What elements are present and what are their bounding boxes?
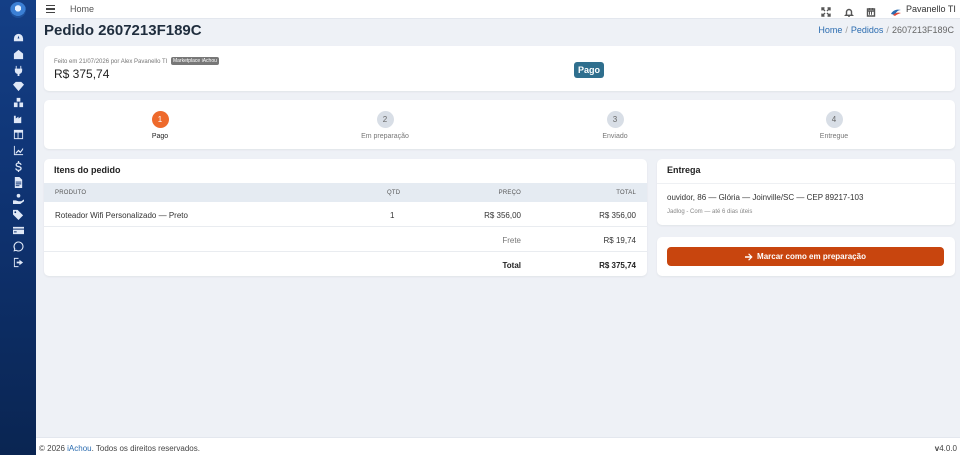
step-enviado: 3 Enviado (565, 111, 665, 140)
total-row: Total R$ 375,74 (44, 253, 647, 276)
tags-icon[interactable] (8, 207, 28, 221)
step-label: Pago (151, 133, 169, 140)
step-em-preparacao: 2 Em preparação (335, 111, 435, 140)
chart-line-icon[interactable] (8, 143, 28, 157)
copyright-prefix: © 2026 (39, 444, 68, 453)
total-label: Total (502, 261, 521, 270)
industry-icon[interactable] (8, 111, 28, 125)
step-entregue: 4 Entregue (784, 111, 884, 140)
store-icon[interactable] (8, 47, 28, 61)
copyright-suffix: . Todos os direitos reservados. (91, 444, 200, 453)
hand-holding-icon[interactable] (8, 191, 28, 205)
step-number: 3 (606, 111, 624, 128)
footer-brand-link[interactable]: iAchou (67, 444, 91, 453)
step-label: Em preparação (361, 133, 409, 140)
delivery-address: ouvidor, 86 — Glória — Joinville/SC — CE… (667, 193, 864, 202)
breadcrumb-home[interactable]: Home (818, 25, 842, 35)
col-produto: Produto (55, 190, 87, 196)
frete-label: Frete (502, 236, 521, 245)
calendar-icon[interactable] (866, 4, 876, 17)
step-pago: 1 Pago (110, 111, 210, 140)
items-title: Itens do pedido (54, 165, 121, 175)
app-logo[interactable] (10, 2, 26, 18)
order-items-card: Itens do pedido Produto Qtd Preço Total … (44, 159, 647, 276)
step-label: Enviado (602, 133, 628, 140)
order-meta: Feito em 21/07/2026 por Alex Pavanello T… (54, 57, 219, 65)
table-icon[interactable] (8, 127, 28, 141)
order-progress-steps: 1 Pago 2 Em preparação 3 Enviado 4 Entre… (44, 100, 955, 149)
plug-icon[interactable] (8, 63, 28, 77)
action-card: Marcar como em preparação (657, 237, 955, 276)
topbar: Home Pavanello TI (36, 0, 960, 19)
page-title: Pedido 2607213F189C (44, 22, 202, 39)
table-row: Roteador Wifi Personalizado — Preto 1 R$… (44, 203, 647, 227)
breadcrumb-pedidos[interactable]: Pedidos (851, 25, 884, 35)
credit-card-icon[interactable] (8, 223, 28, 237)
item-produto: Roteador Wifi Personalizado — Preto (55, 211, 188, 220)
arrow-right-icon (745, 252, 753, 261)
fullscreen-icon[interactable] (821, 4, 831, 17)
step-label: Entregue (819, 133, 849, 140)
bell-icon[interactable] (844, 4, 854, 17)
copyright: © 2026 iAchou. Todos os direitos reserva… (39, 444, 200, 453)
breadcrumb: Home / Pedidos/2607213F189C (818, 25, 954, 35)
order-summary-card: Feito em 21/07/2026 por Alex Pavanello T… (44, 46, 955, 91)
frete-value: R$ 19,74 (603, 236, 636, 245)
total-value: R$ 375,74 (599, 261, 636, 270)
col-qtd: Qtd (387, 190, 401, 196)
mark-in-preparation-button[interactable]: Marcar como em preparação (667, 247, 944, 266)
item-qtd: 1 (390, 211, 395, 220)
dashboard-icon[interactable] (8, 31, 28, 45)
step-number: 2 (376, 111, 394, 128)
dollar-icon[interactable] (8, 159, 28, 173)
footer: © 2026 iAchou. Todos os direitos reserva… (36, 437, 960, 455)
breadcrumb-current: 2607213F189C (891, 25, 954, 35)
divider (657, 183, 955, 184)
action-label: Marcar como em preparação (757, 252, 866, 261)
diamond-icon[interactable] (8, 79, 28, 93)
file-icon[interactable] (8, 175, 28, 189)
delivery-card: Entrega ouvidor, 86 — Glória — Joinville… (657, 159, 955, 225)
user-avatar[interactable] (890, 4, 902, 16)
step-number: 1 (151, 111, 169, 128)
step-number: 4 (825, 111, 843, 128)
sidebar (0, 0, 36, 455)
boxes-icon[interactable] (8, 95, 28, 109)
item-preco: R$ 356,00 (484, 211, 521, 220)
order-meta-text: Feito em 21/07/2026 por Alex Pavanello T… (54, 59, 168, 65)
order-amount: R$ 375,74 (54, 67, 110, 81)
col-preco: Preço (498, 190, 521, 196)
status-badge: Pago (574, 62, 605, 78)
user-menu[interactable]: Pavanello TI (906, 4, 956, 14)
frete-row: Frete R$ 19,74 (44, 228, 647, 252)
col-total: Total (616, 190, 636, 196)
delivery-title: Entrega (667, 165, 701, 175)
logout-icon[interactable] (8, 255, 28, 269)
delivery-carrier: Jadlog - Com — até 6 dias úteis (667, 209, 753, 215)
app-version: v4.0.0 (935, 444, 957, 453)
item-total: R$ 356,00 (599, 211, 636, 220)
marketplace-badge: Marketplace iAchou (170, 57, 219, 65)
topbar-home-link[interactable]: Home (70, 4, 94, 14)
items-table-header: Produto Qtd Preço Total (44, 183, 647, 202)
version-number: 4.0.0 (939, 444, 957, 453)
whatsapp-icon[interactable] (8, 239, 28, 253)
menu-toggle-icon[interactable] (46, 5, 55, 13)
